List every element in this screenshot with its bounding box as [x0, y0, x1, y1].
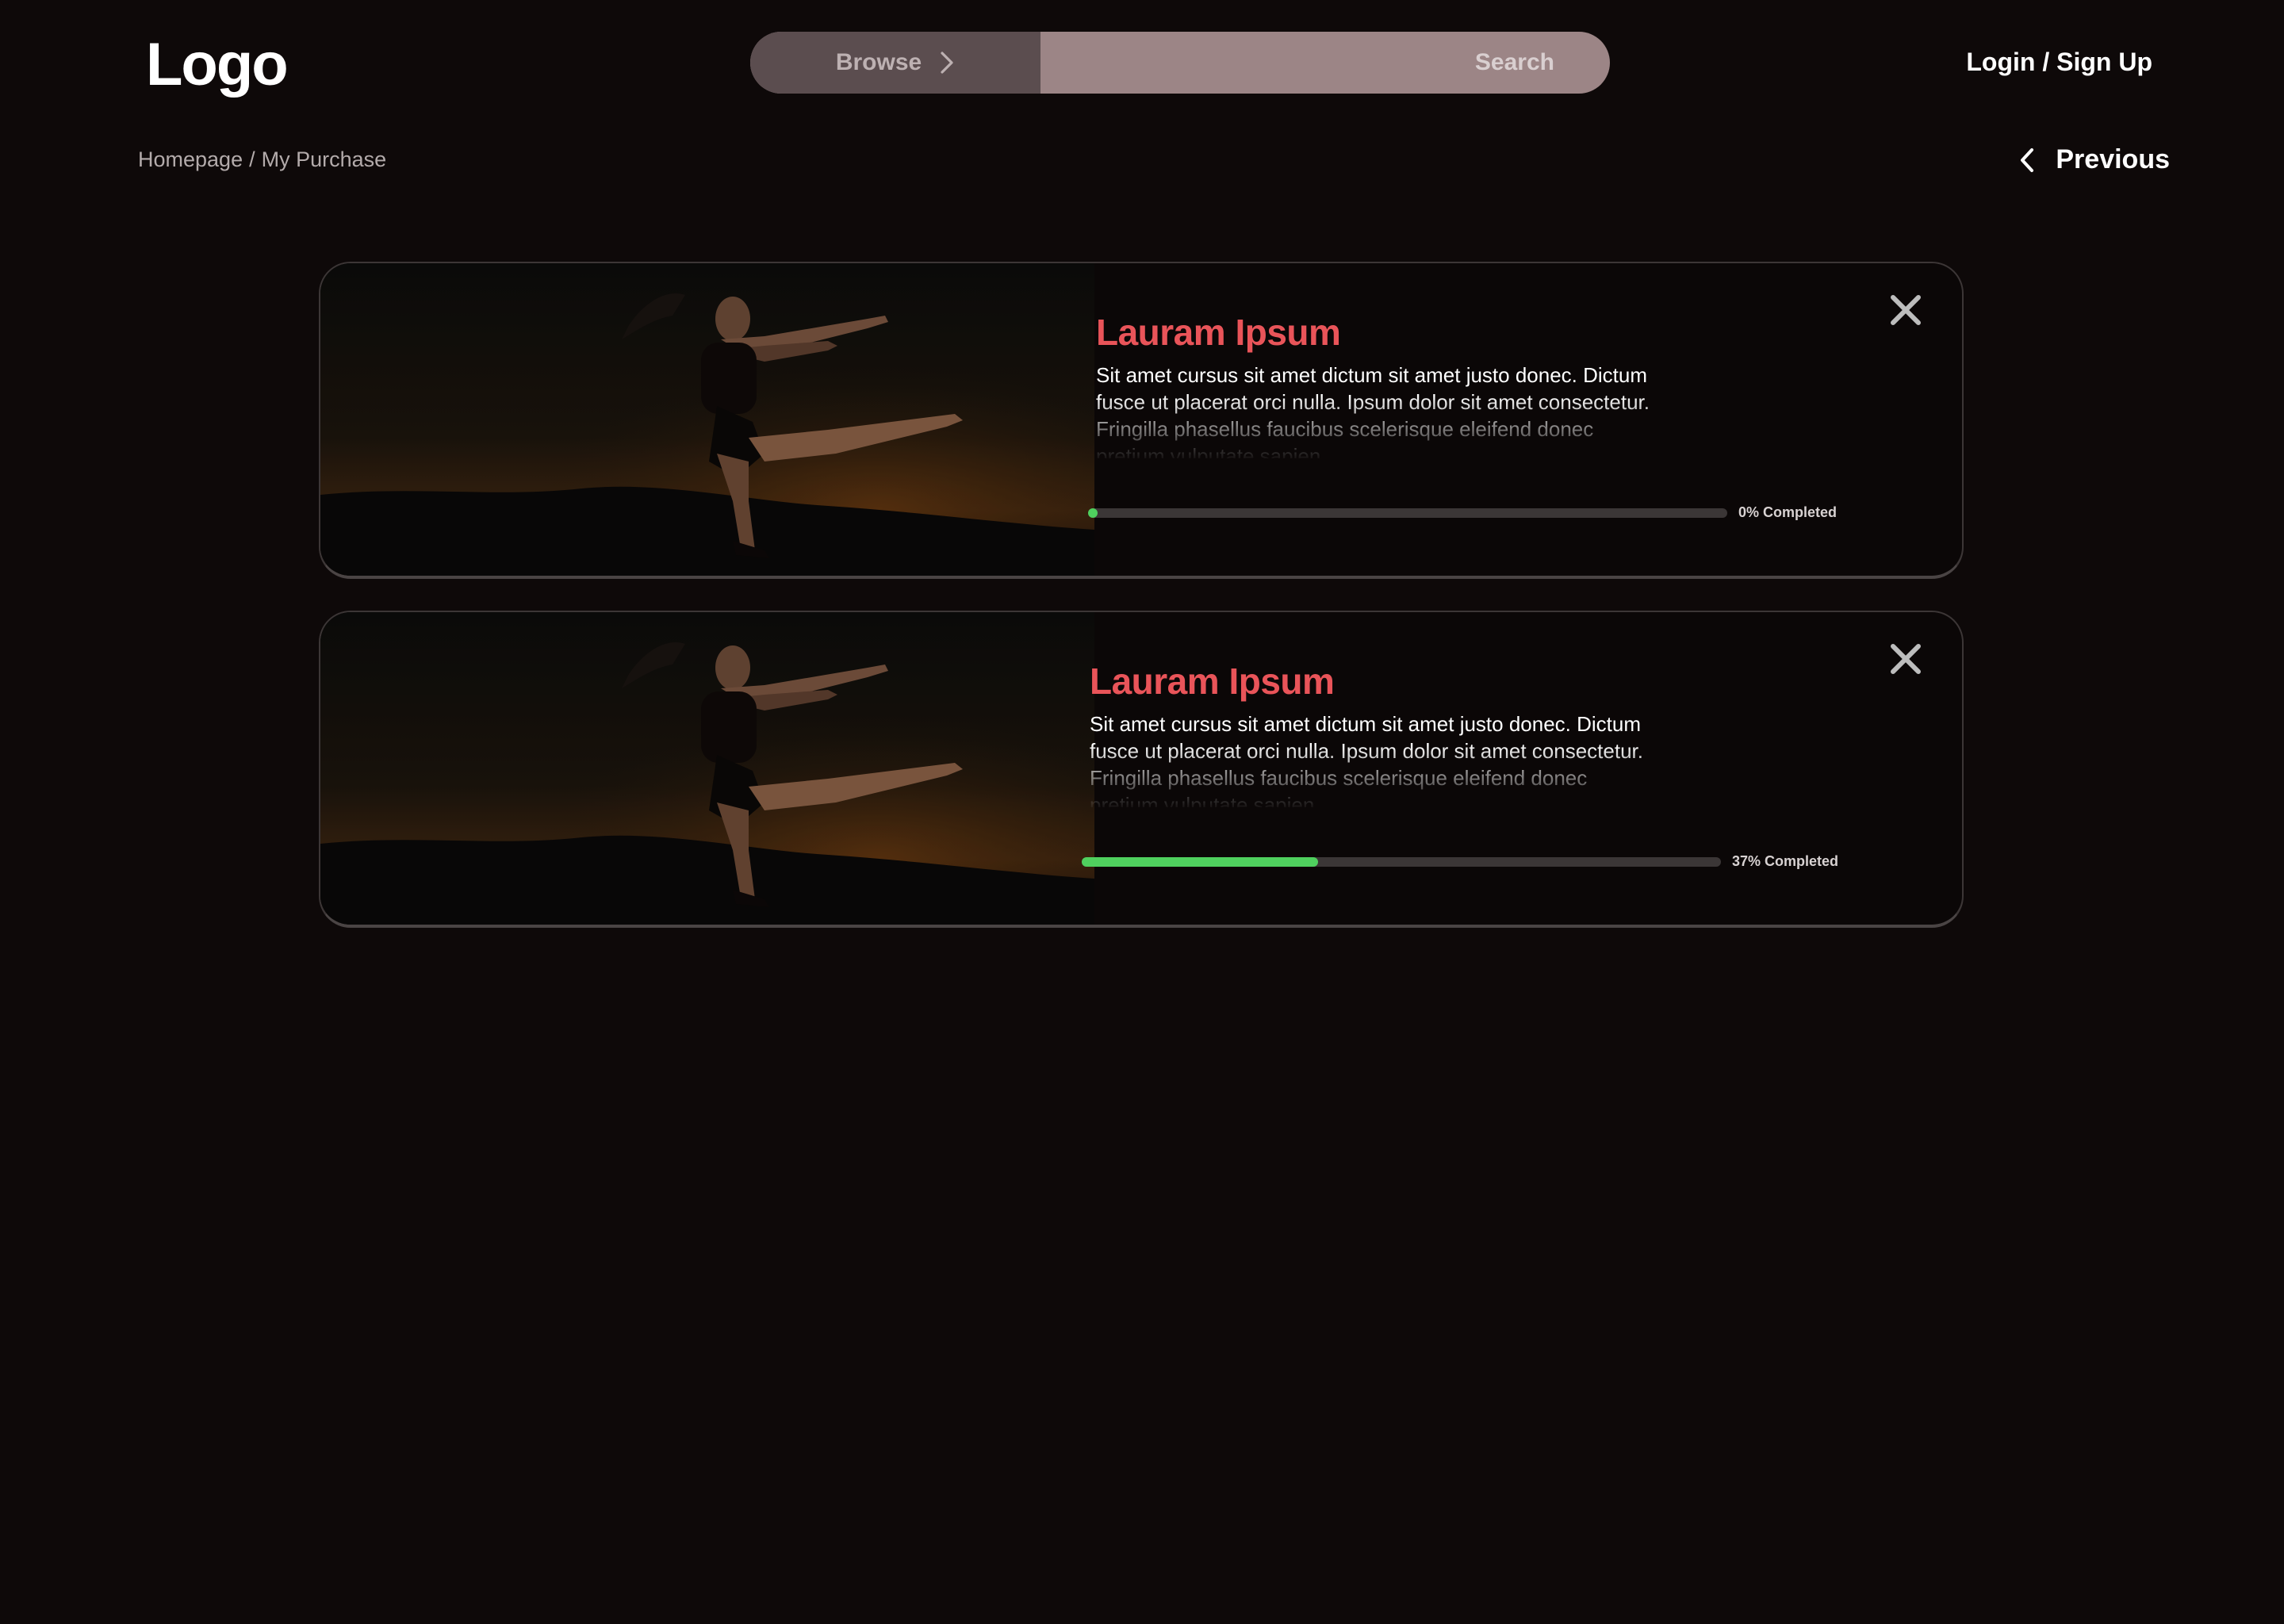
- close-icon: [1891, 295, 1921, 325]
- course-card-body: Lauram Ipsum Sit amet cursus sit amet di…: [1082, 612, 1881, 925]
- previous-button[interactable]: Previous: [2019, 144, 2170, 175]
- dancer-photo: [320, 263, 1094, 576]
- progress-label: 37% Completed: [1732, 853, 1839, 869]
- progress-fill: [1088, 508, 1098, 518]
- course-card[interactable]: Lauram Ipsum Sit amet cursus sit amet di…: [319, 611, 1964, 928]
- browse-button[interactable]: Browse: [750, 32, 1040, 94]
- course-description: Sit amet cursus sit amet dictum sit amet…: [1090, 712, 1644, 807]
- progress-bar: [1082, 856, 1721, 867]
- progress-label: 0% Completed: [1738, 504, 1838, 520]
- progress-row: 37% Completed: [1082, 853, 1838, 870]
- login-signup-link[interactable]: Login / Sign Up: [1966, 48, 2152, 77]
- breadcrumb-current: My Purchase: [261, 147, 387, 171]
- remove-course-button[interactable]: [1886, 290, 1926, 330]
- purchased-course-list: Lauram Ipsum Sit amet cursus sit amet di…: [319, 262, 1964, 959]
- search-field: [1040, 32, 1610, 94]
- progress-bar: [1088, 508, 1727, 518]
- progress-fill: [1082, 856, 1319, 867]
- course-card[interactable]: Lauram Ipsum Sit amet cursus sit amet di…: [319, 262, 1964, 579]
- breadcrumb-separator: /: [249, 147, 255, 171]
- breadcrumb-home[interactable]: Homepage: [138, 147, 243, 172]
- browse-label: Browse: [835, 49, 922, 75]
- search-bar: Browse: [750, 32, 1610, 94]
- breadcrumb: Homepage / My Purchase: [138, 147, 386, 172]
- search-input[interactable]: [1040, 32, 1610, 94]
- previous-label: Previous: [2056, 144, 2170, 174]
- course-title[interactable]: Lauram Ipsum: [1090, 660, 1335, 703]
- close-icon: [1891, 644, 1921, 674]
- chevron-right-icon: [941, 52, 953, 74]
- course-description: Sit amet cursus sit amet dictum sit amet…: [1096, 363, 1650, 458]
- logo[interactable]: Logo: [146, 30, 289, 99]
- remove-course-button[interactable]: [1886, 639, 1926, 679]
- course-card-body: Lauram Ipsum Sit amet cursus sit amet di…: [1088, 263, 1887, 576]
- progress-row: 0% Completed: [1088, 504, 1837, 521]
- dancer-photo: [320, 612, 1094, 925]
- course-title[interactable]: Lauram Ipsum: [1096, 311, 1341, 354]
- chevron-left-icon: [2021, 147, 2034, 172]
